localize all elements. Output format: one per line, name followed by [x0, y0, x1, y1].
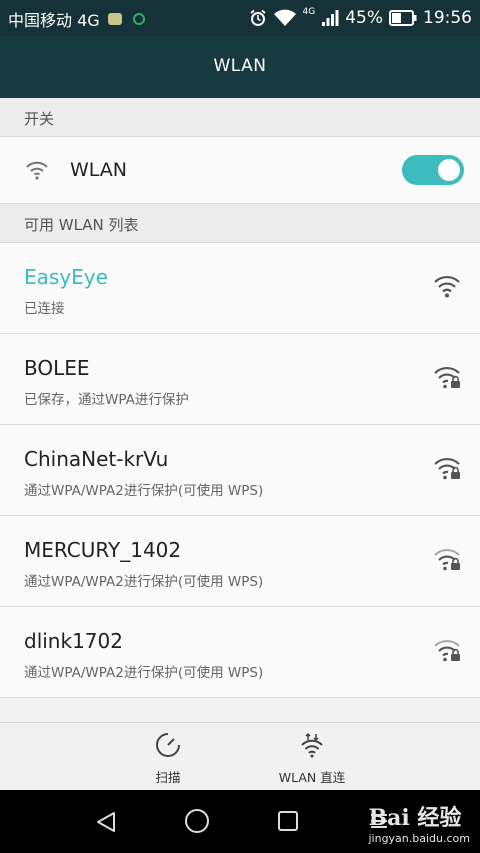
watermark-logo: Bai 经验: [368, 805, 462, 831]
wifi-locked-icon: [434, 457, 460, 480]
wlan-direct-button[interactable]: WLAN 直连: [252, 731, 372, 786]
section-header-switch: 开关: [0, 98, 480, 137]
network-status: 通过WPA/WPA2进行保护(可使用 WPS): [24, 483, 264, 499]
app-header: WLAN: [0, 36, 480, 98]
network-name: dlink1702: [24, 629, 123, 653]
network-item-bolee[interactable]: BOLEE 已保存，通过WPA进行保护: [0, 334, 480, 425]
network-name: ChinaNet-krVu: [24, 447, 169, 471]
sim-icon: [107, 13, 122, 25]
network-name: MERCURY_1402: [24, 538, 182, 562]
scan-icon: [156, 733, 180, 757]
back-icon[interactable]: [94, 810, 118, 834]
network-status: 已保存，通过WPA进行保护: [24, 392, 189, 408]
section-label: 可用 WLAN 列表: [24, 216, 139, 234]
network-name: EasyEye: [24, 265, 108, 289]
wifi-signal-icon: [434, 275, 460, 298]
bottom-action-bar: 扫描 WLAN 直连: [0, 722, 480, 791]
baidu-watermark: Bai 经验 jingyan.baidu.com: [368, 800, 470, 845]
alarm-icon: [249, 9, 266, 26]
network-status: 通过WPA/WPA2进行保护(可使用 WPS): [24, 574, 264, 590]
wifi-icon: [26, 161, 48, 180]
carrier-label: 中国移动 4G: [8, 11, 100, 30]
section-header-available: 可用 WLAN 列表: [0, 204, 480, 243]
network-type: 4G: [302, 7, 316, 17]
cell-signal-icon: [322, 10, 339, 26]
section-label: 开关: [24, 110, 55, 128]
network-item-dlink[interactable]: dlink1702 通过WPA/WPA2进行保护(可使用 WPS): [0, 607, 480, 698]
status-left: 中国移动 4G: [8, 7, 145, 31]
network-item-easyeye[interactable]: EasyEye 已连接: [0, 243, 480, 334]
wifi-status-icon: [273, 9, 296, 26]
watermark-url: jingyan.baidu.com: [368, 832, 470, 845]
battery-icon: [389, 10, 417, 26]
page-title: WLAN: [213, 56, 267, 76]
status-bar: 中国移动 4G 4G 45% 19:56: [0, 0, 480, 36]
recents-icon[interactable]: [277, 810, 299, 832]
scan-label: 扫描: [155, 770, 181, 785]
network-item-mercury[interactable]: MERCURY_1402 通过WPA/WPA2进行保护(可使用 WPS): [0, 516, 480, 607]
network-status: 通过WPA/WPA2进行保护(可使用 WPS): [24, 665, 264, 681]
switch-knob: [438, 159, 460, 181]
home-icon[interactable]: [184, 808, 210, 834]
wlan-switch[interactable]: [402, 155, 464, 185]
wifi-locked-icon: [434, 548, 460, 571]
wlan-direct-label: WLAN 直连: [278, 770, 346, 785]
status-right: 4G 45% 19:56: [249, 6, 472, 30]
network-item-chinanet[interactable]: ChinaNet-krVu 通过WPA/WPA2进行保护(可使用 WPS): [0, 425, 480, 516]
wifi-locked-icon: [434, 366, 460, 389]
account-icon: [132, 13, 145, 25]
scan-button[interactable]: 扫描: [108, 731, 228, 786]
clock: 19:56: [423, 8, 472, 28]
network-status: 已连接: [24, 301, 65, 317]
wifi-direct-icon: [301, 732, 323, 758]
network-name: BOLEE: [24, 356, 90, 380]
wifi-locked-icon: [434, 639, 460, 662]
wlan-label: WLAN: [70, 159, 128, 181]
battery-percent: 45%: [345, 8, 383, 28]
